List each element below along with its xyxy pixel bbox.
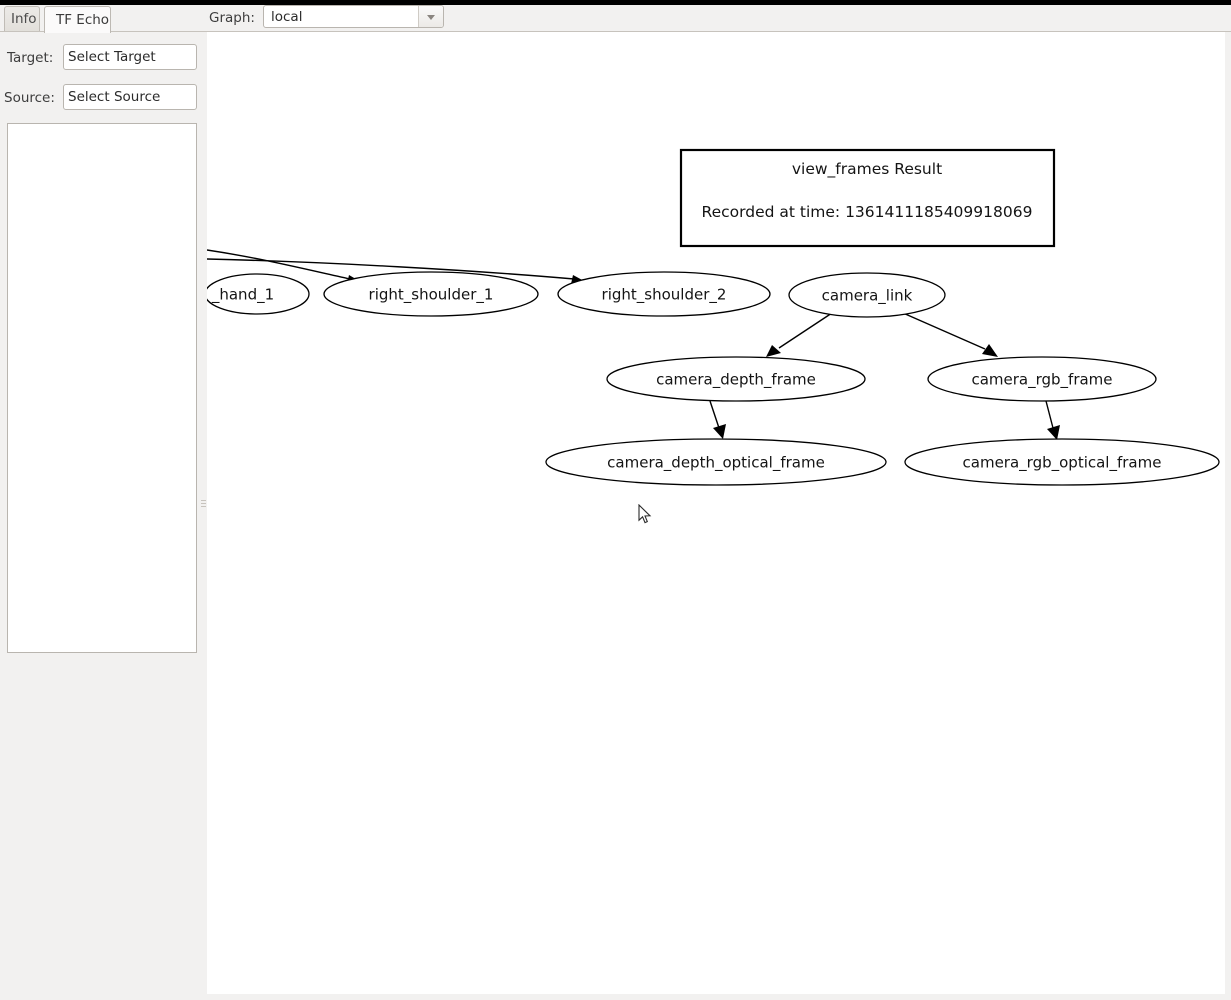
arrowhead-icon [1047, 425, 1060, 440]
tf-graph-svg: view_frames Result Recorded at time: 136… [207, 148, 1220, 486]
node-hand-1[interactable]: _hand_1 [207, 273, 310, 315]
graph-select[interactable]: local [263, 5, 444, 28]
node-label: camera_rgb_optical_frame [963, 454, 1162, 473]
splitter-grip-icon[interactable] [201, 500, 206, 511]
graph-label: Graph: [209, 10, 255, 26]
node-right-shoulder-2[interactable]: right_shoulder_2 [557, 271, 771, 317]
arrowhead-icon [766, 345, 781, 357]
source-input[interactable]: Select Source [63, 84, 197, 110]
node-label: _hand_1 [211, 286, 274, 305]
arrowhead-icon [982, 344, 998, 357]
result-box-title: view_frames Result [792, 160, 942, 179]
canvas-right-gutter [1225, 32, 1231, 994]
node-camera-depth-optical-frame[interactable]: camera_depth_optical_frame [545, 438, 887, 486]
node-label: camera_rgb_frame [971, 371, 1112, 390]
edge-camera-link-to-rgb-frame [902, 312, 986, 350]
chevron-down-icon[interactable] [418, 6, 443, 27]
view-frames-result-box: view_frames Result Recorded at time: 136… [679, 148, 1056, 248]
node-camera-depth-frame[interactable]: camera_depth_frame [606, 356, 866, 402]
tf-echo-panel: Target: Select Target Source: Select Sou… [0, 32, 200, 998]
source-label: Source: [4, 90, 55, 106]
edge-camera-link-to-depth-frame [778, 312, 833, 349]
node-label: camera_link [822, 287, 913, 306]
tab-bar: Info TF Echo [0, 5, 1231, 33]
panel-splitter[interactable] [200, 32, 207, 998]
arrowhead-icon [713, 424, 726, 439]
graph-select-value: local [271, 9, 303, 25]
edge-depth-frame-to-depth-optical [709, 400, 720, 429]
node-camera-link[interactable]: camera_link [788, 272, 946, 318]
node-camera-rgb-frame[interactable]: camera_rgb_frame [927, 356, 1157, 402]
edge-rgb-frame-to-rgb-optical [1045, 400, 1054, 429]
target-input[interactable]: Select Target [63, 44, 197, 70]
node-label: right_shoulder_2 [602, 286, 727, 305]
node-label: camera_depth_frame [656, 371, 816, 390]
target-label: Target: [7, 50, 54, 66]
tab-tf-echo[interactable]: TF Echo [44, 6, 111, 33]
tf-graph-canvas[interactable]: view_frames Result Recorded at time: 136… [207, 32, 1225, 994]
result-box-timestamp: Recorded at time: 1361411185409918069 [702, 203, 1033, 221]
node-label: right_shoulder_1 [369, 286, 494, 305]
tf-tree-window: Info TF Echo Graph: local Target: Select… [0, 0, 1231, 1000]
node-camera-rgb-optical-frame[interactable]: camera_rgb_optical_frame [904, 438, 1220, 486]
node-label: camera_depth_optical_frame [607, 454, 825, 473]
node-right-shoulder-1[interactable]: right_shoulder_1 [323, 271, 539, 317]
canvas-bottom-gutter [207, 994, 1231, 1000]
tab-info[interactable]: Info [4, 6, 40, 32]
edge-offscreen-to-right-shoulder-1 [207, 249, 351, 280]
tf-echo-results-list[interactable] [7, 123, 197, 653]
